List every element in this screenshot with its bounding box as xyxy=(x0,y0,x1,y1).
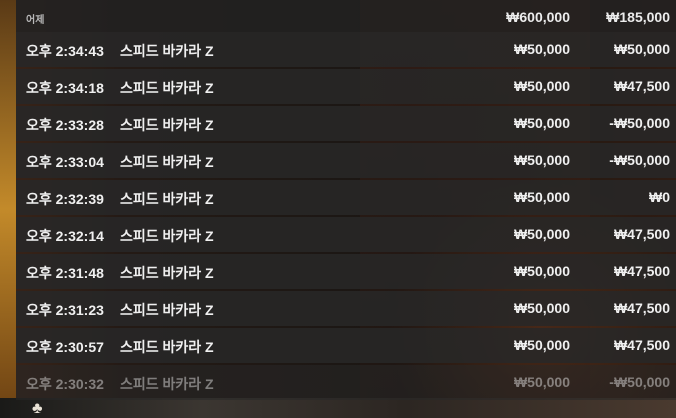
bet-stake: ₩50,000 xyxy=(513,337,570,353)
game-name: 스피드 바카라 Z xyxy=(120,43,214,59)
bet-payout: ₩47,500 xyxy=(613,226,670,242)
bet-payout: -₩50,000 xyxy=(609,374,670,390)
total-payout: ₩185,000 xyxy=(606,9,670,25)
game-name: 스피드 바카라 Z xyxy=(120,339,214,355)
bet-stake: ₩50,000 xyxy=(513,189,570,205)
bet-stake: ₩50,000 xyxy=(513,263,570,279)
bet-payout: -₩50,000 xyxy=(609,115,670,131)
background-dealer-edge xyxy=(0,0,16,418)
bet-history-row[interactable]: 오후 2:31:23 스피드 바카라 Z ₩50,000 ₩47,500 xyxy=(16,291,676,326)
bet-time: 오후 2:32:14 xyxy=(26,228,104,244)
bet-time: 오후 2:31:48 xyxy=(26,265,104,281)
date-group-header: 어제 ₩600,000 ₩185,000 xyxy=(16,0,676,32)
game-name: 스피드 바카라 Z xyxy=(120,117,214,133)
bet-stake: ₩50,000 xyxy=(513,226,570,242)
bet-time: 오후 2:33:04 xyxy=(26,154,104,170)
bet-history-row[interactable]: 오후 2:32:39 스피드 바카라 Z ₩50,000 ₩0 xyxy=(16,180,676,215)
bet-time: 오후 2:34:18 xyxy=(26,80,104,96)
bet-payout: ₩47,500 xyxy=(613,300,670,316)
bet-history-row[interactable]: 오후 2:34:43 스피드 바카라 Z ₩50,000 ₩50,000 xyxy=(16,32,676,67)
bet-history-row[interactable]: 오후 2:33:04 스피드 바카라 Z ₩50,000 -₩50,000 xyxy=(16,143,676,178)
game-name: 스피드 바카라 Z xyxy=(120,80,214,96)
bet-stake: ₩50,000 xyxy=(513,78,570,94)
bet-history-row[interactable]: 오후 2:30:32 스피드 바카라 Z ₩50,000 -₩50,000 xyxy=(16,365,676,400)
game-name: 스피드 바카라 Z xyxy=(120,265,214,281)
bet-stake: ₩50,000 xyxy=(513,115,570,131)
bet-payout: ₩47,500 xyxy=(613,337,670,353)
bet-stake: ₩50,000 xyxy=(513,41,570,57)
bet-history-row[interactable]: 오후 2:33:28 스피드 바카라 Z ₩50,000 -₩50,000 xyxy=(16,106,676,141)
club-card-icon: ♣ xyxy=(32,400,43,417)
bet-time: 오후 2:30:32 xyxy=(26,376,104,392)
bet-payout: ₩47,500 xyxy=(613,78,670,94)
game-name: 스피드 바카라 Z xyxy=(120,154,214,170)
game-name: 스피드 바카라 Z xyxy=(120,228,214,244)
game-background: ♣ 어제 ₩600,000 ₩185,000 오후 2:34:43 스피드 바카… xyxy=(0,0,676,418)
bet-history-row[interactable]: 오후 2:31:48 스피드 바카라 Z ₩50,000 ₩47,500 xyxy=(16,254,676,289)
total-stake: ₩600,000 xyxy=(506,9,570,25)
bet-time: 오후 2:33:28 xyxy=(26,117,104,133)
background-table xyxy=(0,398,676,418)
bet-history-list[interactable]: 어제 ₩600,000 ₩185,000 오후 2:34:43 스피드 바카라 … xyxy=(16,0,676,400)
bet-stake: ₩50,000 xyxy=(513,152,570,168)
bet-history-row[interactable]: 오후 2:30:57 스피드 바카라 Z ₩50,000 ₩47,500 xyxy=(16,328,676,363)
bet-stake: ₩50,000 xyxy=(513,300,570,316)
date-group-label: 어제 xyxy=(26,15,45,26)
bet-history-row[interactable]: 오후 2:32:14 스피드 바카라 Z ₩50,000 ₩47,500 xyxy=(16,217,676,252)
bet-history-row[interactable]: 오후 2:34:18 스피드 바카라 Z ₩50,000 ₩47,500 xyxy=(16,69,676,104)
bet-stake: ₩50,000 xyxy=(513,374,570,390)
game-name: 스피드 바카라 Z xyxy=(120,191,214,207)
bet-payout: ₩0 xyxy=(649,189,670,205)
game-name: 스피드 바카라 Z xyxy=(120,302,214,318)
bet-time: 오후 2:34:43 xyxy=(26,43,104,59)
bet-time: 오후 2:32:39 xyxy=(26,191,104,207)
bet-time: 오후 2:31:23 xyxy=(26,302,104,318)
bet-payout: ₩50,000 xyxy=(613,41,670,57)
bet-payout: -₩50,000 xyxy=(609,152,670,168)
bet-payout: ₩47,500 xyxy=(613,263,670,279)
bet-time: 오후 2:30:57 xyxy=(26,339,104,355)
game-name: 스피드 바카라 Z xyxy=(120,376,214,392)
